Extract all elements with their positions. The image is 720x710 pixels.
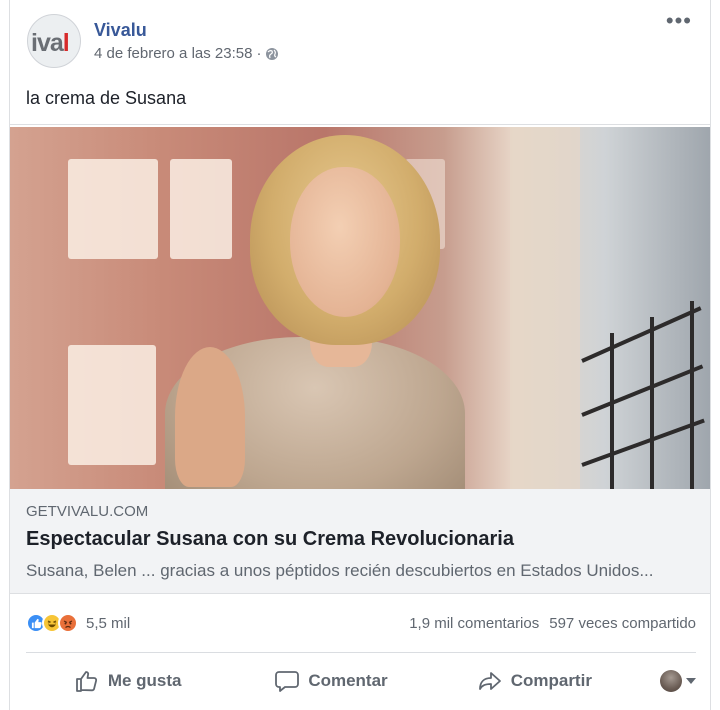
comment-icon	[275, 671, 300, 692]
balcony-rail	[581, 306, 702, 363]
link-domain: GETVIVALU.COM	[26, 503, 149, 520]
post-meta: 4 de febrero a las 23:58 ·	[94, 45, 279, 62]
share-arrow-icon	[478, 672, 501, 690]
background-window	[68, 345, 156, 465]
vivalu-logo: ival	[31, 29, 70, 57]
share-button[interactable]: Compartir	[433, 668, 636, 694]
reaction-icons[interactable]	[26, 613, 78, 633]
user-avatar	[659, 670, 682, 692]
balcony-rail	[581, 364, 704, 417]
link-description: Susana, Belen ... gracias a unos péptido…	[26, 561, 654, 580]
page-avatar[interactable]: ival	[27, 14, 81, 68]
feed-post: ival Vivalu 4 de febrero a las 23:58 · •…	[9, 0, 711, 710]
more-options-icon[interactable]: •••	[666, 10, 692, 32]
balcony-rail	[581, 418, 705, 467]
person-arm	[175, 347, 245, 487]
comment-count[interactable]: 1,9 mil comentarios	[409, 615, 539, 632]
background-pillar	[510, 127, 580, 489]
like-label: Me gusta	[107, 671, 182, 690]
audience-selector[interactable]	[636, 670, 696, 692]
thumbs-up-icon	[75, 671, 97, 692]
post-actions: Me gusta Comentar Compartir	[26, 660, 696, 702]
meta-separator: ·	[256, 45, 262, 62]
like-button[interactable]: Me gusta	[26, 668, 229, 694]
comment-label: Comentar	[308, 671, 388, 690]
page-name-link[interactable]: Vivalu	[94, 20, 147, 41]
link-preview-info[interactable]: GETVIVALU.COM Espectacular Susana con su…	[10, 489, 710, 593]
comment-button[interactable]: Comentar	[229, 668, 432, 694]
balcony-post	[690, 301, 694, 489]
link-preview-image[interactable]	[10, 127, 710, 489]
link-preview-card[interactable]: GETVIVALU.COM Espectacular Susana con su…	[10, 124, 710, 594]
engagement-counts: 1,9 mil comentarios 597 veces compartido	[409, 615, 696, 632]
link-title[interactable]: Espectacular Susana con su Crema Revoluc…	[26, 528, 694, 551]
share-count[interactable]: 597 veces compartido	[549, 615, 696, 632]
caret-down-icon	[685, 678, 696, 684]
post-text: la crema de Susana	[26, 88, 187, 108]
background-window	[170, 159, 232, 259]
actions-divider	[26, 652, 696, 653]
balcony-post	[650, 317, 654, 489]
person-face	[290, 167, 400, 317]
balcony-post	[610, 333, 614, 489]
globe-icon[interactable]	[265, 47, 279, 61]
post-timestamp[interactable]: 4 de febrero a las 23:58	[94, 45, 252, 62]
share-label: Compartir	[510, 671, 592, 690]
reactions-summary: 5,5 mil 1,9 mil comentarios 597 veces co…	[26, 610, 696, 636]
angry-reaction-icon	[58, 613, 78, 633]
background-window	[68, 159, 158, 259]
reaction-count[interactable]: 5,5 mil	[86, 615, 130, 632]
